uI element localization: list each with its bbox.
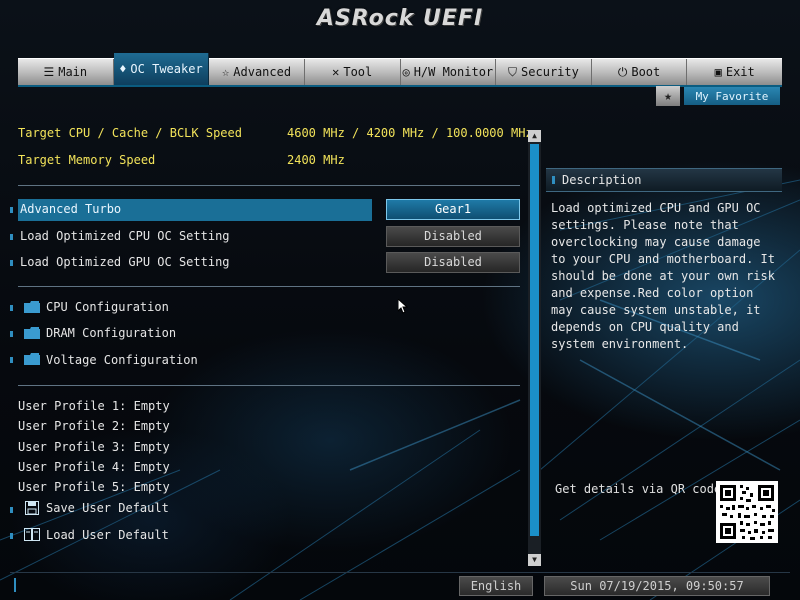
tab-security[interactable]: ⛉ Security <box>496 59 592 85</box>
user-profile-3: User Profile 3: Empty <box>18 440 170 454</box>
submenu-voltage-configuration[interactable]: Voltage Configuration <box>46 353 198 367</box>
row-bullet <box>10 507 13 513</box>
scroll-up-icon[interactable]: ▲ <box>528 130 541 142</box>
description-title: Description <box>562 173 642 187</box>
target-memory-value: 2400 MHz <box>287 153 345 167</box>
main-scrollbar[interactable]: ▲ ▼ <box>528 130 541 566</box>
list-icon: ☰ <box>43 65 55 79</box>
separator <box>18 385 520 386</box>
tab-advanced[interactable]: ☆ Advanced <box>209 59 305 85</box>
date-time-display: Sun 07/19/2015, 09:50:57 <box>544 576 770 596</box>
tab-label: Exit <box>725 65 755 79</box>
row-bullet <box>10 533 13 539</box>
scroll-down-icon[interactable]: ▼ <box>528 554 541 566</box>
shield-icon: ⛉ <box>508 65 518 79</box>
load-book-icon <box>24 528 40 541</box>
scrollbar-thumb[interactable] <box>530 144 539 536</box>
tab-label: H/W Monitor <box>413 65 494 79</box>
my-favorite-button[interactable]: ★ My Favorite <box>656 86 780 106</box>
exit-icon: ▣ <box>714 65 722 79</box>
row-bullet <box>10 207 13 213</box>
advanced-turbo-select[interactable]: Gear1 <box>386 199 520 220</box>
tab-boot[interactable]: ⏻ Boot <box>592 59 688 85</box>
header-mark <box>552 176 555 184</box>
mouse-cursor-icon <box>398 299 408 314</box>
my-favorite-label: My Favorite <box>684 87 780 105</box>
qr-code-icon <box>716 481 778 543</box>
setting-load-cpu-oc[interactable]: Load Optimized CPU OC Setting <box>20 229 230 243</box>
description-header: Description <box>546 168 782 192</box>
bottom-mark <box>14 578 16 592</box>
language-button[interactable]: English <box>459 576 533 596</box>
tab-label: Tool <box>343 65 373 79</box>
tab-oc-tweaker[interactable]: ♦ OC Tweaker <box>113 53 210 85</box>
description-text: Load optimized CPU and GPU OC settings. … <box>551 201 775 351</box>
load-cpu-oc-select[interactable]: Disabled <box>386 226 520 247</box>
flame-icon: ♦ <box>119 62 127 76</box>
wrench-icon: ✕ <box>332 65 340 79</box>
load-gpu-oc-select[interactable]: Disabled <box>386 252 520 273</box>
tab-tool[interactable]: ✕ Tool <box>305 59 401 85</box>
tab-label: Main <box>58 65 88 79</box>
qr-code-label: Get details via QR code <box>555 482 722 496</box>
star-icon: ★ <box>656 86 680 106</box>
save-disk-icon <box>25 501 39 515</box>
tab-exit[interactable]: ▣ Exit <box>687 59 782 85</box>
tab-main[interactable]: ☰ Main <box>18 59 114 85</box>
target-memory-label: Target Memory Speed <box>18 153 156 167</box>
user-profile-4: User Profile 4: Empty <box>18 460 170 474</box>
tab-label: Security <box>521 65 579 79</box>
load-user-default[interactable]: Load User Default <box>46 528 169 542</box>
main-tab-bar: ☰ Main ♦ OC Tweaker ☆ Advanced ✕ Tool ◎ … <box>18 53 782 87</box>
setting-load-gpu-oc[interactable]: Load Optimized GPU OC Setting <box>20 255 230 269</box>
asrock-uefi-logo: ASRock UEFI <box>316 6 484 31</box>
user-profile-2: User Profile 2: Empty <box>18 419 170 433</box>
tab-label: OC Tweaker <box>130 62 203 76</box>
star-icon: ☆ <box>222 65 230 79</box>
folder-icon <box>24 353 40 365</box>
submenu-cpu-configuration[interactable]: CPU Configuration <box>46 300 169 314</box>
separator <box>18 185 520 186</box>
save-user-default[interactable]: Save User Default <box>46 501 169 515</box>
row-bullet <box>10 305 13 311</box>
row-bullet <box>10 234 13 240</box>
separator <box>18 286 520 287</box>
target-cpu-label: Target CPU / Cache / BCLK Speed <box>18 126 242 140</box>
row-bullet <box>10 260 13 266</box>
folder-icon <box>24 301 40 313</box>
row-bullet <box>10 331 13 337</box>
tab-label: Boot <box>631 65 661 79</box>
submenu-dram-configuration[interactable]: DRAM Configuration <box>46 326 176 340</box>
gauge-icon: ◎ <box>402 65 410 79</box>
target-cpu-value: 4600 MHz / 4200 MHz / 100.0000 MHz <box>287 126 533 140</box>
tab-label: Advanced <box>233 65 292 79</box>
user-profile-1: User Profile 1: Empty <box>18 399 170 413</box>
power-icon: ⏻ <box>617 65 628 79</box>
setting-advanced-turbo[interactable]: Advanced Turbo <box>20 202 121 216</box>
tab-hw-monitor[interactable]: ◎ H/W Monitor <box>401 59 497 85</box>
row-bullet <box>10 357 13 363</box>
bottom-divider <box>10 572 790 573</box>
folder-icon <box>24 327 40 339</box>
user-profile-5: User Profile 5: Empty <box>18 480 170 494</box>
